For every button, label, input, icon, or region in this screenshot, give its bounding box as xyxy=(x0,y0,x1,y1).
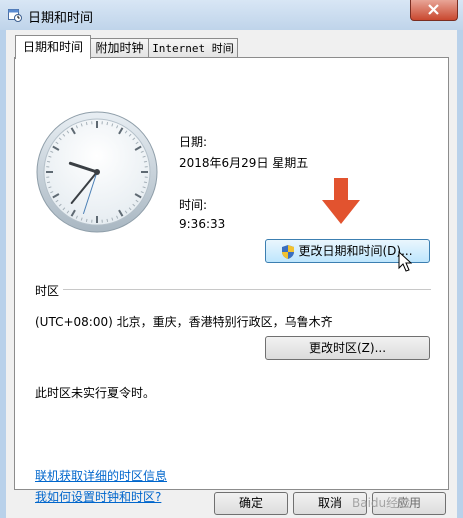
clock-tick xyxy=(143,181,147,184)
clock-tick xyxy=(47,160,51,163)
mouse-cursor-icon xyxy=(398,251,412,272)
red-arrow-icon xyxy=(322,178,360,224)
timezone-separator xyxy=(63,289,431,290)
clock-tick xyxy=(47,181,51,184)
timezone-heading: 时区 xyxy=(35,284,60,298)
tab-additional-clocks[interactable]: 附加时钟 xyxy=(89,38,150,58)
title-bar[interactable]: 日期和时间 xyxy=(0,0,463,30)
date-value: 2018年6月29日 星期五 xyxy=(179,156,309,170)
time-value: 9:36:33 xyxy=(179,217,226,231)
clock-tick xyxy=(143,160,147,163)
window-title: 日期和时间 xyxy=(28,11,94,26)
online-timezone-info-link[interactable]: 联机获取详细的时区信息 xyxy=(35,467,167,484)
close-icon xyxy=(428,4,439,15)
timezone-value: (UTC+08:00) 北京，重庆，香港特别行政区，乌鲁木齐 xyxy=(35,315,333,329)
change-date-time-label: 更改日期和时间(D)... xyxy=(298,244,413,258)
ok-button[interactable]: 确定 xyxy=(214,492,288,515)
dst-note: 此时区未实行夏令时。 xyxy=(35,386,156,400)
tab-internet-time[interactable]: Internet 时间 xyxy=(148,38,238,58)
clock-tick xyxy=(85,122,88,126)
time-label: 时间: xyxy=(179,198,208,212)
analog-clock xyxy=(36,111,158,233)
calendar-clock-icon xyxy=(8,9,22,22)
watermark-text: Baidu经验 xyxy=(352,496,411,510)
tab-date-time[interactable]: 日期和时间 xyxy=(15,35,91,59)
clock-tick xyxy=(106,218,109,222)
tab-panel: 日期: 2018年6月29日 星期五 时间: 9:36:33 更改日期和时间(D… xyxy=(14,57,449,504)
change-timezone-button[interactable]: 更改时区(Z)... xyxy=(265,336,430,360)
how-to-set-clock-link[interactable]: 我如何设置时钟和时区? xyxy=(35,488,161,505)
dialog-client-area: 日期和时间 附加时钟 Internet 时间 日期: 2018年6月29日 星期… xyxy=(6,30,457,518)
uac-shield-icon xyxy=(282,244,295,259)
clock-tick xyxy=(85,218,88,222)
date-label: 日期: xyxy=(179,135,208,149)
date-time-dialog: 日期和时间 日期和时间 附加时钟 Internet 时间 日期: 2018年6月… xyxy=(0,0,463,518)
close-button[interactable] xyxy=(410,0,458,21)
clock-tick xyxy=(106,122,109,126)
